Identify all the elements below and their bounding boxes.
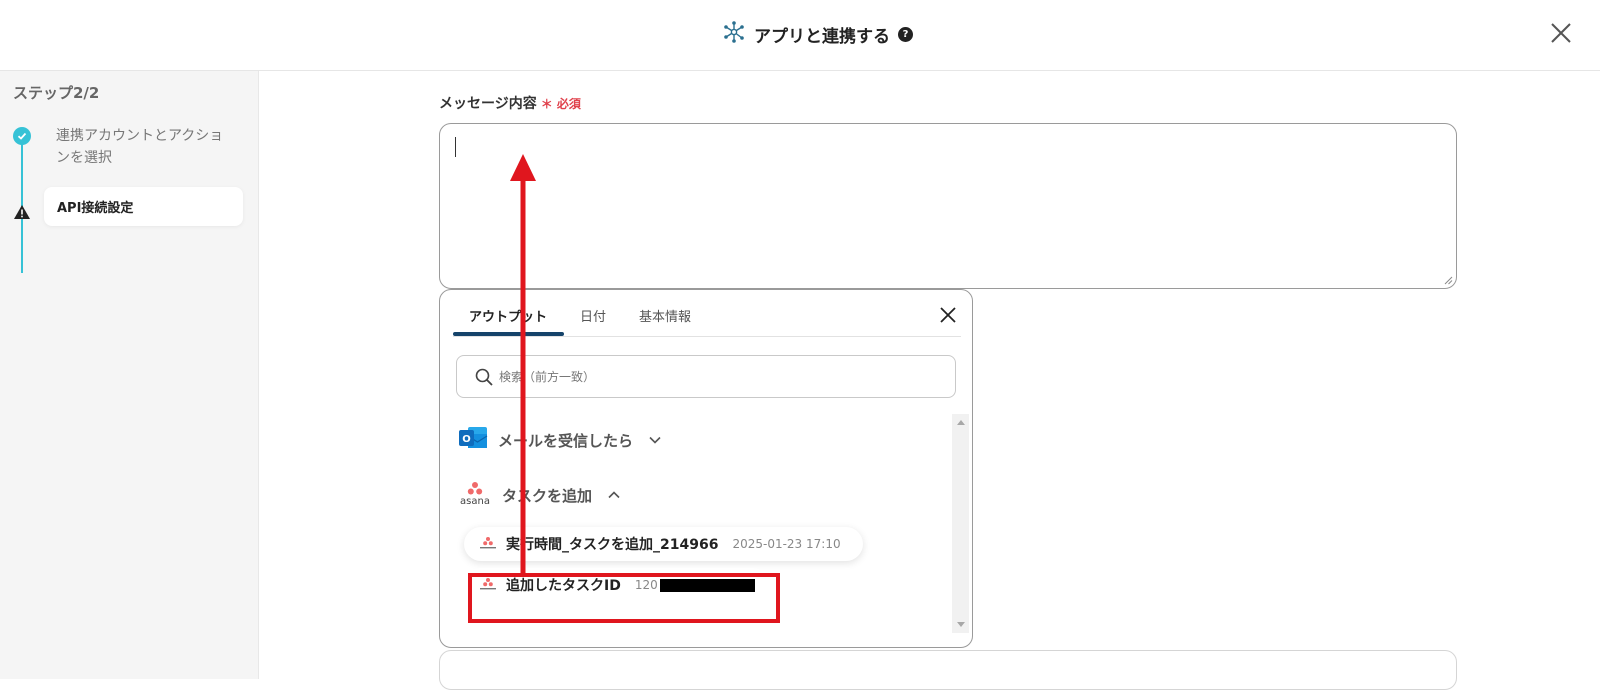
message-field-label: メッセージ内容 ＊ 必須 bbox=[439, 93, 581, 113]
required-badge: ＊ 必須 bbox=[540, 97, 581, 111]
item-value: 2025-01-23 17:10 bbox=[732, 537, 841, 551]
group-asana-add-task[interactable]: asana タスクを追加 bbox=[458, 481, 620, 509]
tab-output[interactable]: アウトプット bbox=[469, 306, 547, 325]
page-title: アプリと連携する bbox=[754, 26, 890, 47]
asana-icon: asana bbox=[458, 481, 492, 509]
sidebar-step-select-action[interactable]: 連携アカウントとアクションを選択 bbox=[56, 125, 236, 169]
modal-header: アプリと連携する ? bbox=[0, 0, 1600, 71]
step-counter: ステップ2/2 bbox=[13, 84, 100, 102]
active-tab-indicator bbox=[453, 332, 564, 336]
chevron-up-icon bbox=[608, 489, 620, 502]
network-icon bbox=[722, 20, 746, 48]
close-icon bbox=[940, 307, 956, 323]
output-picker-popup: アウトプット 日付 基本情報 検索（前方一致） O メールを受信したら asan… bbox=[439, 289, 973, 648]
text-caret bbox=[455, 137, 456, 157]
tab-date[interactable]: 日付 bbox=[580, 306, 606, 325]
check-icon bbox=[13, 127, 31, 145]
message-textarea[interactable] bbox=[439, 123, 1457, 289]
item-label: 実行時間_タスクを追加_214966 bbox=[506, 537, 719, 553]
popup-close-button[interactable] bbox=[939, 306, 957, 324]
chevron-down-icon bbox=[649, 434, 661, 447]
output-item-task-id[interactable]: 追加したタスクID 120 bbox=[464, 568, 769, 602]
warning-icon bbox=[13, 204, 31, 224]
redaction-bar bbox=[659, 579, 755, 592]
field-label-text: メッセージ内容 bbox=[439, 96, 537, 112]
item-value: 120 bbox=[635, 578, 755, 592]
item-label: 追加したタスクID bbox=[506, 578, 621, 594]
tab-basic-info[interactable]: 基本情報 bbox=[639, 306, 691, 325]
group-outlook-trigger[interactable]: O メールを受信したら bbox=[458, 424, 661, 456]
close-icon bbox=[1551, 23, 1571, 43]
next-input-field[interactable] bbox=[439, 650, 1457, 690]
search-field[interactable] bbox=[456, 355, 956, 398]
scroll-down-icon[interactable] bbox=[957, 622, 965, 627]
modal-title: アプリと連携する ? bbox=[722, 20, 913, 48]
popup-tabs: アウトプット 日付 基本情報 bbox=[453, 290, 961, 337]
group-label: タスクを追加 bbox=[502, 486, 593, 505]
svg-text:O: O bbox=[462, 434, 471, 445]
scrollbar[interactable] bbox=[952, 414, 969, 633]
scroll-up-icon[interactable] bbox=[957, 420, 965, 425]
search-icon bbox=[475, 368, 493, 386]
group-label: メールを受信したら bbox=[498, 431, 634, 450]
asana-logo-text: asana bbox=[460, 496, 490, 507]
outlook-icon: O bbox=[458, 424, 488, 456]
steps-sidebar: ステップ2/2 連携アカウントとアクションを選択 API接続設定 bbox=[0, 71, 259, 679]
output-item-execution-time[interactable]: 実行時間_タスクを追加_214966 2025-01-23 17:10 bbox=[464, 527, 863, 561]
asana-icon bbox=[478, 576, 498, 595]
asana-icon bbox=[478, 535, 498, 554]
resize-handle-icon[interactable] bbox=[1444, 276, 1453, 285]
sidebar-step-api-settings[interactable]: API接続設定 bbox=[44, 187, 243, 226]
close-modal-button[interactable] bbox=[1548, 20, 1574, 46]
item-value-text: 120 bbox=[634, 578, 658, 592]
search-input[interactable] bbox=[499, 369, 919, 384]
help-icon[interactable]: ? bbox=[898, 26, 913, 42]
output-list: O メールを受信したら asana タスクを追加 実行時間_タスクを追加_214… bbox=[440, 414, 972, 647]
